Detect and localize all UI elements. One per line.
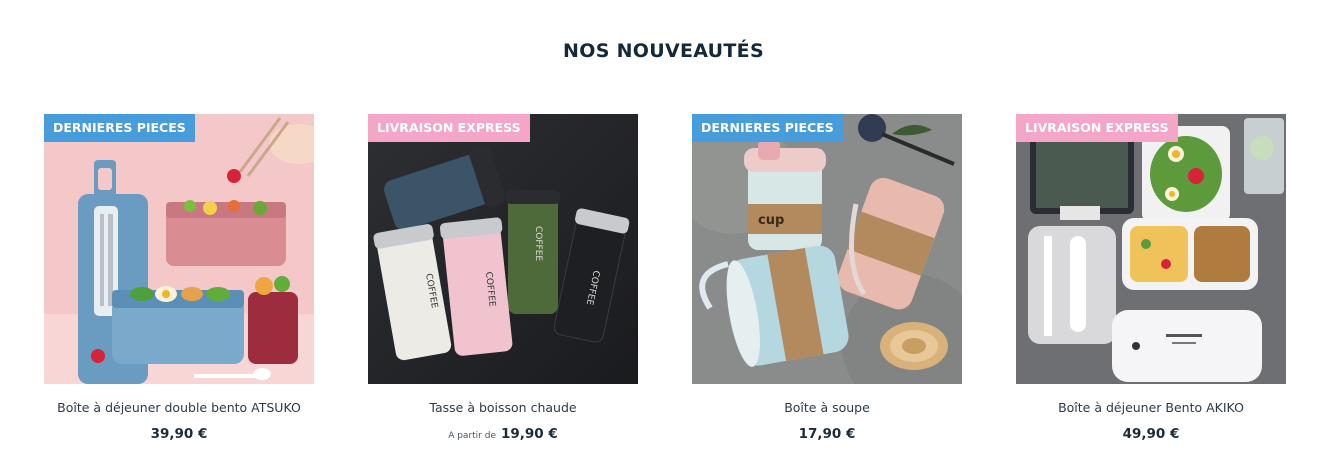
cup-logo: cup xyxy=(758,213,784,228)
product-price: A partir de 19,90 € xyxy=(348,426,658,442)
product-image-bento-atsuko[interactable]: DERNIERES PIECES xyxy=(44,114,314,384)
badge-livraison-express: LIVRAISON EXPRESS xyxy=(368,114,530,142)
product-title[interactable]: Boîte à déjeuner double bento ATSUKO xyxy=(24,400,334,415)
product-card[interactable]: LIVRAISON EXPRESS Boîte à déjeuner Bento… xyxy=(1016,114,1286,442)
price-prefix: A partir de xyxy=(448,431,496,441)
price-value: 19,90 € xyxy=(501,426,558,442)
product-image-bento-akiko[interactable]: LIVRAISON EXPRESS xyxy=(1016,114,1286,384)
product-title[interactable]: Boîte à déjeuner Bento AKIKO xyxy=(996,400,1306,415)
price-value: 49,90 € xyxy=(1122,426,1180,442)
product-price: 39,90 € xyxy=(24,426,334,442)
badge-dernieres-pieces: DERNIERES PIECES xyxy=(692,114,843,142)
product-price: 49,90 € xyxy=(996,426,1306,442)
price-value: 39,90 € xyxy=(150,426,208,442)
badge-dernieres-pieces: DERNIERES PIECES xyxy=(44,114,195,142)
badge-livraison-express: LIVRAISON EXPRESS xyxy=(1016,114,1178,142)
section-title: NOS NOUVEAUTÉS xyxy=(563,39,764,62)
mug-print-text: COFFEE xyxy=(533,226,543,261)
product-card[interactable]: DERNIERES PIECES Boîte à déjeuner double… xyxy=(44,114,314,442)
price-value: 17,90 € xyxy=(798,426,856,442)
product-image-boite-soupe[interactable]: cup DERNIERES PIECES xyxy=(692,114,962,384)
product-image-tasse-boisson[interactable]: COFFEE COFFEE COFFEE COFFEE LIVRAISON EX… xyxy=(368,114,638,384)
product-title[interactable]: Boîte à soupe xyxy=(672,400,982,415)
product-card[interactable]: COFFEE COFFEE COFFEE COFFEE LIVRAISON EX… xyxy=(368,114,638,442)
product-card[interactable]: cup DERNIERES PIECES Boîte à soupe 17,90… xyxy=(692,114,962,442)
product-title[interactable]: Tasse à boisson chaude xyxy=(348,400,658,415)
product-price: 17,90 € xyxy=(672,426,982,442)
